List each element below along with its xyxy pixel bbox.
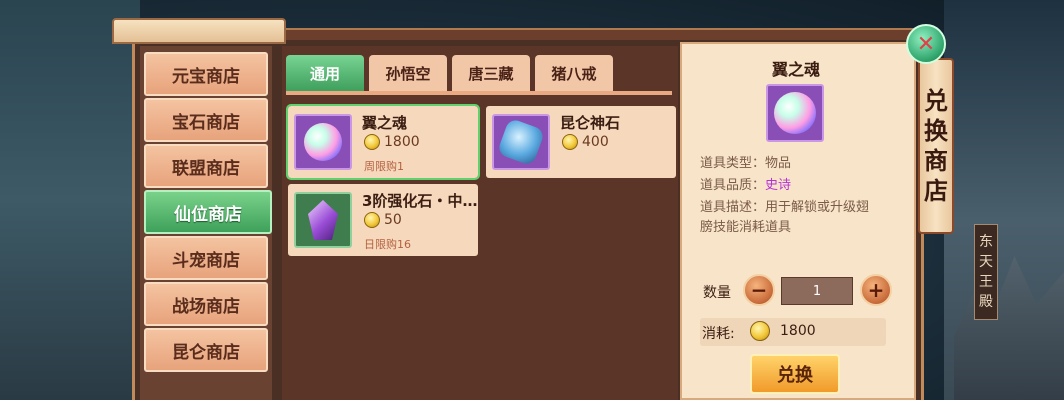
- location-label: 东 天 王 殿: [974, 224, 998, 320]
- shop-tab-xianwei[interactable]: 仙位商店: [144, 190, 272, 234]
- blue-stone-icon: [492, 114, 550, 170]
- item-price: 50: [364, 212, 402, 228]
- frame-top-beam: [286, 28, 926, 40]
- coin-icon: [364, 212, 380, 228]
- increase-quantity-button[interactable]: +: [860, 274, 892, 306]
- detail-quality: 道具品质：史诗: [700, 178, 792, 193]
- decrease-quantity-button[interactable]: −: [743, 274, 775, 306]
- rainbow-orb-icon: [766, 84, 824, 142]
- banner-char: 店: [924, 176, 948, 205]
- shop-tab-battlefield[interactable]: 战场商店: [144, 282, 268, 326]
- item-name: 3阶强化石・中…: [362, 192, 478, 210]
- cost-value: 1800: [780, 323, 816, 339]
- detail-description-line2: 膀技能消耗道具: [700, 220, 792, 235]
- coin-icon: [750, 321, 770, 341]
- quantity-label: 数量: [703, 285, 731, 301]
- shop-item-wing-soul[interactable]: 翼之魂 1800 周限购1: [286, 104, 480, 180]
- shop-item-enhance-stone[interactable]: 3阶强化石・中… 50 日限购16: [288, 184, 478, 256]
- detail-type: 道具类型：物品: [700, 156, 792, 171]
- detail-description: 道具描述：用于解锁或升级翅: [700, 200, 870, 215]
- exchange-button[interactable]: 兑换: [750, 354, 840, 394]
- shop-item-kunlun-stone[interactable]: 昆仑神石 400: [486, 106, 676, 178]
- tab-sun-wukong[interactable]: 孙悟空: [369, 55, 447, 91]
- frame-roof: [112, 18, 286, 44]
- cost-row: 消耗: 1800: [700, 318, 886, 346]
- exchange-shop-banner: 兑 换 商 店: [918, 58, 954, 234]
- shop-tab-pet[interactable]: 斗宠商店: [144, 236, 268, 280]
- shop-tab-kunlun[interactable]: 昆仑商店: [144, 328, 268, 372]
- shop-tab-alliance[interactable]: 联盟商店: [144, 144, 268, 188]
- coin-icon: [364, 134, 380, 150]
- tab-zhu-bajie[interactable]: 猪八戒: [535, 55, 613, 91]
- banner-char: 兑: [924, 86, 948, 115]
- banner-char: 换: [924, 116, 948, 145]
- rainbow-orb-icon: [294, 114, 352, 170]
- background-left: [0, 0, 140, 400]
- quantity-input[interactable]: 1: [781, 277, 853, 305]
- category-tabs: 通用 孙悟空 唐三藏 猪八戒: [286, 55, 613, 91]
- item-name: 昆仑神石: [560, 114, 621, 132]
- item-name: 翼之魂: [362, 114, 408, 132]
- shop-tabs-column: 元宝商店 宝石商店 联盟商店 仙位商店 斗宠商店 战场商店 昆仑商店: [140, 46, 272, 400]
- item-price: 400: [562, 134, 609, 150]
- detail-title: 翼之魂: [771, 60, 820, 79]
- item-limit: 日限购16: [364, 238, 411, 251]
- shop-tab-yuanbao[interactable]: 元宝商店: [144, 52, 268, 96]
- cost-label: 消耗:: [702, 326, 735, 342]
- banner-char: 商: [924, 146, 948, 175]
- item-price: 1800: [364, 134, 420, 150]
- category-divider: [286, 91, 672, 95]
- coin-icon: [562, 134, 578, 150]
- close-icon[interactable]: ✕: [906, 24, 946, 64]
- item-limit: 周限购1: [364, 160, 404, 173]
- purple-crystal-icon: [294, 192, 352, 248]
- tab-tang-sanzang[interactable]: 唐三藏: [452, 55, 530, 91]
- shop-tab-gem[interactable]: 宝石商店: [144, 98, 268, 142]
- tab-general[interactable]: 通用: [286, 55, 364, 91]
